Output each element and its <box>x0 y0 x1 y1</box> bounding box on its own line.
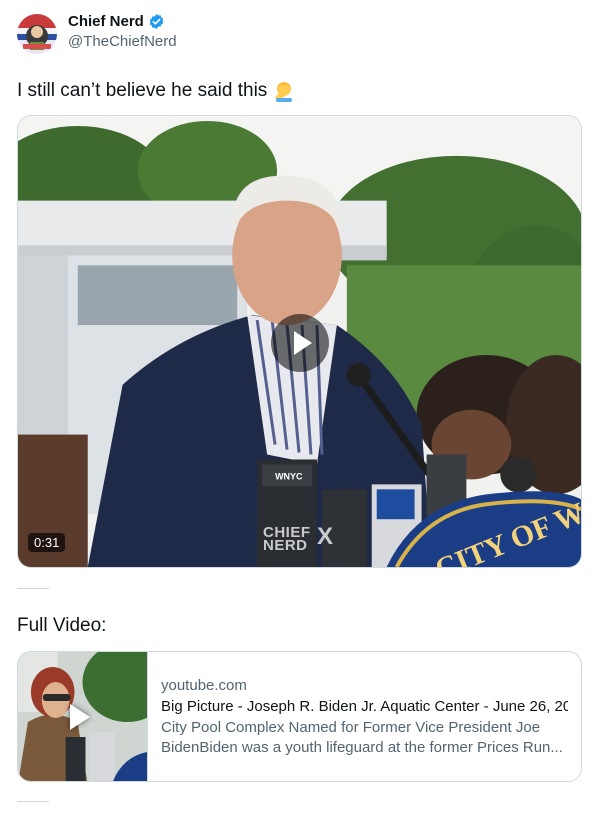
play-button[interactable] <box>271 314 329 372</box>
link-description-line-1: City Pool Complex Named for Former Vice … <box>161 719 541 736</box>
watermark-text: CHIEF NERD <box>263 524 311 554</box>
link-domain: youtube.com <box>161 677 247 694</box>
video-player[interactable]: WNYC CITY OF W 0:31 CHIEF NERD X <box>17 115 582 568</box>
separator <box>17 588 49 589</box>
verified-badge-icon <box>149 13 164 29</box>
link-description-line-2: BidenBiden was a youth lifeguard at the … <box>161 739 563 756</box>
thumbnail-play-icon <box>70 704 90 730</box>
avatar[interactable] <box>17 14 57 54</box>
tweet-header: Chief Nerd @TheChiefNerd <box>17 10 177 54</box>
watermark-logo: CHIEF NERD X <box>263 524 333 554</box>
link-preview-card[interactable]: youtube.com Big Picture - Joseph R. Bide… <box>17 651 582 782</box>
display-name[interactable]: Chief Nerd <box>68 13 144 30</box>
tweet-text: I still can’t believe he said this <box>17 80 268 101</box>
author-handle[interactable]: @TheChiefNerd <box>68 32 177 52</box>
watermark-x: X <box>317 523 334 550</box>
link-description: City Pool Complex Named for Former Vice … <box>161 718 568 758</box>
link-thumbnail[interactable] <box>18 652 148 781</box>
tweet-text-block: I still can’t believe he said this <box>17 78 295 104</box>
author-name[interactable]: Chief Nerd <box>68 10 177 32</box>
link-card-body[interactable]: youtube.com Big Picture - Joseph R. Bide… <box>148 652 568 781</box>
link-title[interactable]: Big Picture - Joseph R. Biden Jr. Aquati… <box>161 696 568 718</box>
mic-flag-label: WNYC <box>275 471 303 481</box>
separator <box>17 801 49 802</box>
reply-text: Full Video: <box>17 615 107 636</box>
person-facepalming-emoji-icon <box>275 82 293 102</box>
video-duration: 0:31 <box>28 533 66 552</box>
